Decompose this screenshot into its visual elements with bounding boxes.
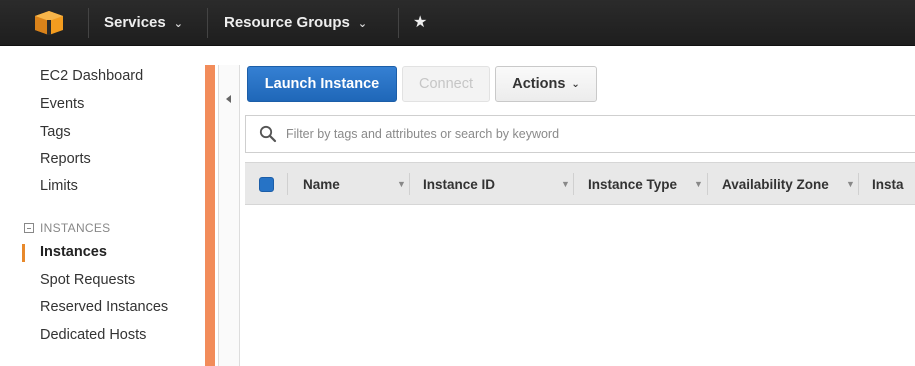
pin-icon[interactable]: ★: [413, 12, 427, 32]
sidebar-accent-strip: [205, 65, 215, 366]
sidebar-item-reports[interactable]: Reports: [40, 151, 91, 167]
nav-divider: [207, 8, 208, 38]
sidebar-item-limits[interactable]: Limits: [40, 178, 78, 194]
column-divider: [287, 173, 288, 195]
column-header-instance-id[interactable]: Instance ID: [423, 177, 495, 192]
actions-dropdown-button[interactable]: Actions ⌄: [495, 66, 597, 102]
sidebar-item-spot-requests[interactable]: Spot Requests: [40, 272, 135, 288]
column-divider: [707, 173, 708, 195]
nav-divider: [88, 8, 89, 38]
collapse-arrow-icon[interactable]: [226, 95, 231, 103]
sort-icon[interactable]: ▼: [397, 179, 406, 189]
nav-divider: [398, 8, 399, 38]
actions-label: Actions: [512, 76, 566, 92]
sidebar-item-tags[interactable]: Tags: [40, 124, 71, 140]
services-label: Services: [104, 14, 166, 31]
column-header-instance-state[interactable]: Insta: [872, 177, 904, 192]
column-header-name[interactable]: Name: [303, 177, 340, 192]
column-divider: [858, 173, 859, 195]
sidebar-item-instances[interactable]: Instances: [40, 244, 107, 260]
aws-logo-icon[interactable]: [33, 10, 65, 36]
filter-bar: [245, 115, 915, 153]
top-navigation-bar: Services ⌄ Resource Groups ⌄ ★: [0, 0, 915, 46]
active-indicator: [22, 244, 25, 262]
sort-icon[interactable]: ▼: [561, 179, 570, 189]
sidebar: EC2 Dashboard Events Tags Reports Limits…: [0, 47, 205, 366]
select-all-checkbox[interactable]: [259, 177, 274, 192]
collapse-toggle-icon[interactable]: [24, 223, 34, 233]
launch-instance-button[interactable]: Launch Instance: [247, 66, 397, 102]
sidebar-item-reserved-instances[interactable]: Reserved Instances: [40, 299, 168, 315]
table-header: Name ▼ Instance ID ▼ Instance Type ▼ Ava…: [245, 162, 915, 205]
column-divider: [573, 173, 574, 195]
resource-groups-label: Resource Groups: [224, 14, 350, 31]
column-header-availability-zone[interactable]: Availability Zone: [722, 177, 829, 192]
services-menu[interactable]: Services ⌄: [104, 14, 183, 31]
sidebar-collapse-handle[interactable]: [218, 65, 240, 366]
filter-search-input[interactable]: [286, 124, 886, 144]
connect-button[interactable]: Connect: [402, 66, 490, 102]
sidebar-section-title: INSTANCES: [40, 221, 111, 235]
sidebar-item-events[interactable]: Events: [40, 96, 84, 112]
column-divider: [409, 173, 410, 195]
chevron-down-icon: ⌄: [173, 18, 183, 30]
sidebar-item-dedicated-hosts[interactable]: Dedicated Hosts: [40, 327, 146, 343]
chevron-down-icon: ⌄: [357, 18, 368, 30]
column-header-instance-type[interactable]: Instance Type: [588, 177, 677, 192]
search-icon: [259, 125, 277, 143]
chevron-down-icon: ⌄: [571, 78, 580, 90]
sidebar-item-ec2-dashboard[interactable]: EC2 Dashboard: [40, 68, 143, 84]
sort-icon[interactable]: ▼: [846, 179, 855, 189]
resource-groups-menu[interactable]: Resource Groups ⌄: [224, 14, 367, 31]
sort-icon[interactable]: ▼: [694, 179, 703, 189]
sidebar-section-instances[interactable]: INSTANCES: [24, 221, 111, 235]
